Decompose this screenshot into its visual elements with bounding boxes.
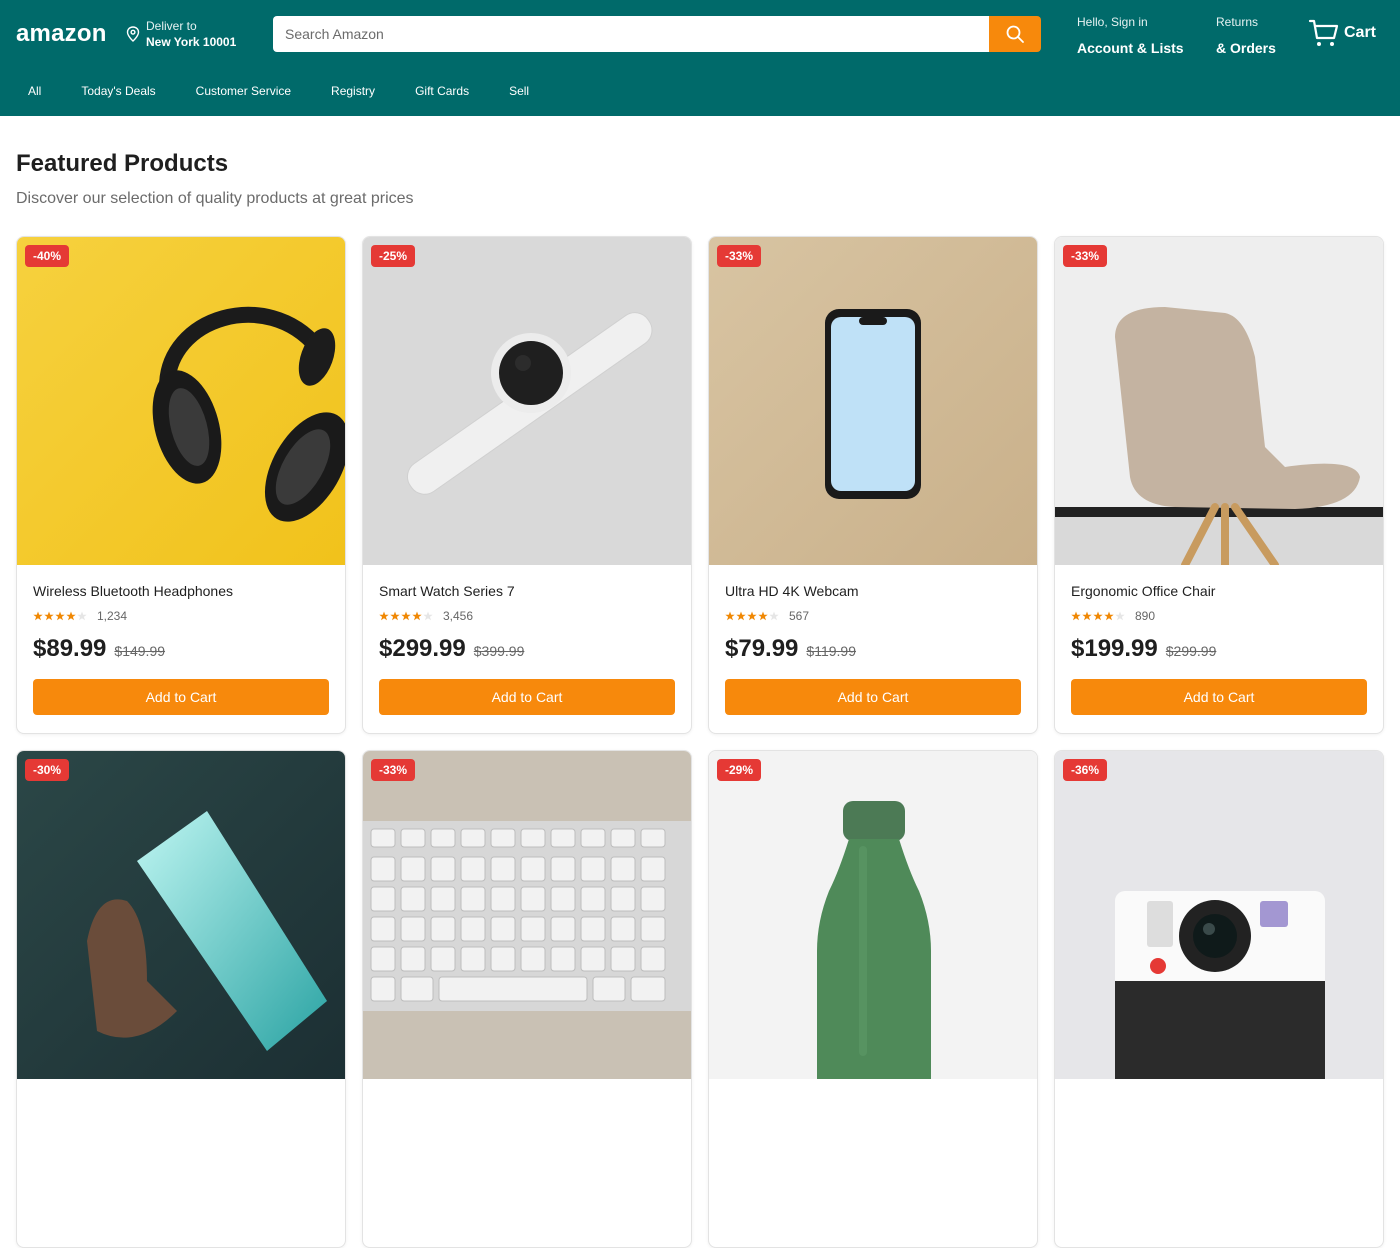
original-price: $149.99 bbox=[114, 643, 166, 659]
nav-item-customer-service[interactable]: Customer Service bbox=[196, 84, 291, 98]
price-row: $199.99 $299.99 bbox=[1071, 635, 1367, 663]
nav-bar: All Today's Deals Customer Service Regis… bbox=[28, 84, 569, 98]
discount-badge: -33% bbox=[1063, 245, 1108, 267]
returns-orders[interactable]: Returns & Orders bbox=[1216, 12, 1276, 58]
discount-badge: -30% bbox=[25, 759, 70, 781]
sign-in-greeting: Hello, Sign in bbox=[1077, 15, 1148, 29]
review-count[interactable]: 567 bbox=[789, 609, 809, 623]
product-rating: 3,456 bbox=[379, 609, 675, 623]
discount-badge: -33% bbox=[717, 245, 762, 267]
search-input[interactable] bbox=[273, 16, 989, 52]
product-image-webcam[interactable]: -33% bbox=[709, 237, 1037, 565]
instant-camera-image bbox=[1055, 751, 1383, 1079]
product-card[interactable]: -36% bbox=[1054, 750, 1384, 1248]
product-image-headphones[interactable]: -40% bbox=[17, 237, 345, 565]
product-name[interactable]: Wireless Bluetooth Headphones bbox=[33, 583, 329, 599]
product-grid: -40% Wireless Bluetooth Headphones 1,234… bbox=[16, 236, 1384, 1248]
cart-icon bbox=[1308, 19, 1339, 46]
product-image-smart-watch[interactable]: -25% bbox=[363, 237, 691, 565]
product-card[interactable]: -33% Ultra HD 4K Webcam 567 $79.99 $119.… bbox=[708, 236, 1038, 734]
product-image-keyboard[interactable]: -33% bbox=[363, 751, 691, 1079]
product-image-water-bottle[interactable]: -29% bbox=[709, 751, 1037, 1079]
deliver-to[interactable]: Deliver to New York 10001 bbox=[126, 18, 236, 50]
keyboard-image bbox=[363, 751, 691, 1079]
star-rating-icon bbox=[725, 611, 779, 621]
price-row: $299.99 $399.99 bbox=[379, 635, 675, 663]
product-card[interactable]: -30% bbox=[16, 750, 346, 1248]
review-count[interactable]: 1,234 bbox=[97, 609, 127, 623]
nav-item-all[interactable]: All bbox=[28, 84, 41, 98]
headphones-image bbox=[17, 237, 345, 565]
current-price: $79.99 bbox=[725, 635, 799, 662]
product-card[interactable]: -33% Ergonomic Office Chair 890 $199.99 … bbox=[1054, 236, 1384, 734]
webcam-image bbox=[709, 237, 1037, 565]
search-bar bbox=[273, 16, 1041, 52]
review-count[interactable]: 890 bbox=[1135, 609, 1155, 623]
product-rating: 1,234 bbox=[33, 609, 329, 623]
product-image-phone[interactable]: -30% bbox=[17, 751, 345, 1079]
product-name[interactable]: Ultra HD 4K Webcam bbox=[725, 583, 1021, 599]
deliver-location: New York 10001 bbox=[146, 35, 237, 49]
current-price: $199.99 bbox=[1071, 635, 1158, 662]
header: amazon Deliver to New York 10001 Hello, … bbox=[0, 0, 1400, 116]
account-lists-label: Account & Lists bbox=[1077, 40, 1184, 56]
page-title: Featured Products bbox=[16, 150, 229, 177]
discount-badge: -25% bbox=[371, 245, 416, 267]
orders-label: & Orders bbox=[1216, 40, 1276, 56]
search-button[interactable] bbox=[989, 16, 1041, 52]
current-price: $299.99 bbox=[379, 635, 466, 662]
water-bottle-image bbox=[709, 751, 1037, 1079]
original-price: $119.99 bbox=[806, 643, 856, 659]
office-chair-image bbox=[1055, 237, 1383, 565]
search-icon bbox=[1006, 25, 1024, 43]
product-rating: 890 bbox=[1071, 609, 1367, 623]
returns-label: Returns bbox=[1216, 15, 1259, 29]
location-pin-icon bbox=[126, 26, 140, 42]
account-lists[interactable]: Hello, Sign in Account & Lists bbox=[1077, 12, 1184, 58]
discount-badge: -29% bbox=[717, 759, 762, 781]
product-name[interactable]: Ergonomic Office Chair bbox=[1071, 583, 1367, 599]
discount-badge: -36% bbox=[1063, 759, 1108, 781]
product-image-instant-camera[interactable]: -36% bbox=[1055, 751, 1383, 1079]
nav-item-todays-deals[interactable]: Today's Deals bbox=[81, 84, 155, 98]
discount-badge: -40% bbox=[25, 245, 70, 267]
product-card[interactable]: -33% bbox=[362, 750, 692, 1248]
phone-image bbox=[17, 751, 345, 1079]
nav-item-registry[interactable]: Registry bbox=[331, 84, 375, 98]
smart-watch-image bbox=[363, 237, 691, 565]
star-rating-icon bbox=[379, 611, 433, 621]
nav-item-sell[interactable]: Sell bbox=[509, 84, 529, 98]
add-to-cart-button[interactable]: Add to Cart bbox=[725, 679, 1021, 715]
current-price: $89.99 bbox=[33, 635, 107, 662]
product-card[interactable]: -40% Wireless Bluetooth Headphones 1,234… bbox=[16, 236, 346, 734]
product-rating: 567 bbox=[725, 609, 1021, 623]
product-card[interactable]: -29% bbox=[708, 750, 1038, 1248]
original-price: $399.99 bbox=[473, 643, 525, 659]
amazon-logo[interactable]: amazon bbox=[16, 20, 107, 48]
deliver-label: Deliver to bbox=[146, 19, 197, 33]
discount-badge: -33% bbox=[371, 759, 416, 781]
add-to-cart-button[interactable]: Add to Cart bbox=[1071, 679, 1367, 715]
review-count[interactable]: 3,456 bbox=[443, 609, 473, 623]
product-card[interactable]: -25% Smart Watch Series 7 3,456 $299.99 … bbox=[362, 236, 692, 734]
add-to-cart-button[interactable]: Add to Cart bbox=[379, 679, 675, 715]
add-to-cart-button[interactable]: Add to Cart bbox=[33, 679, 329, 715]
star-rating-icon bbox=[33, 611, 87, 621]
cart-label: Cart bbox=[1344, 24, 1377, 41]
price-row: $79.99 $119.99 bbox=[725, 635, 1021, 663]
cart-button[interactable]: Cart bbox=[1308, 18, 1376, 48]
price-row: $89.99 $149.99 bbox=[33, 635, 329, 663]
page-subtitle: Discover our selection of quality produc… bbox=[16, 190, 414, 207]
product-image-office-chair[interactable]: -33% bbox=[1055, 237, 1383, 565]
nav-item-gift-cards[interactable]: Gift Cards bbox=[415, 84, 469, 98]
star-rating-icon bbox=[1071, 611, 1125, 621]
original-price: $299.99 bbox=[1165, 643, 1217, 659]
product-name[interactable]: Smart Watch Series 7 bbox=[379, 583, 675, 599]
